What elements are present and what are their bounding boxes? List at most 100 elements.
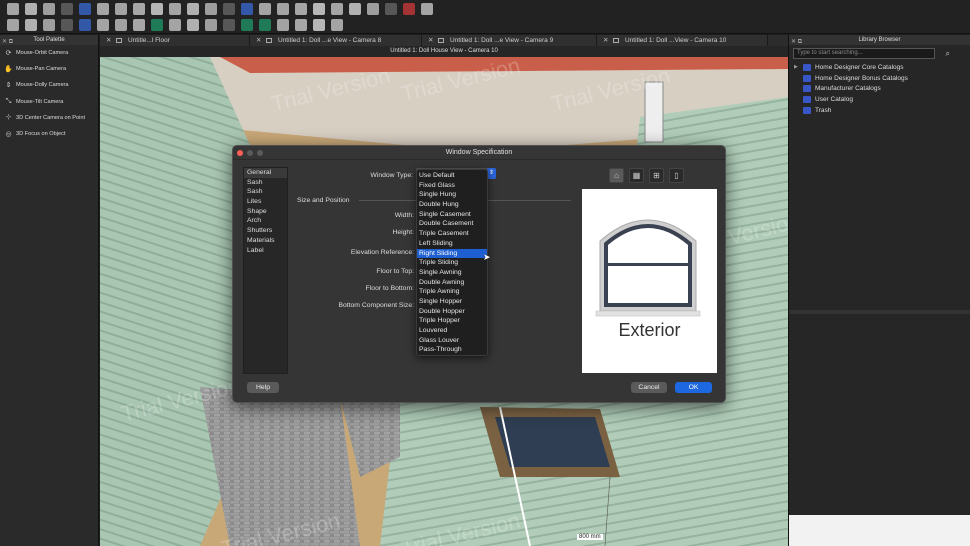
paint-icon[interactable] [295, 19, 307, 31]
search-icon[interactable]: ⌕ [946, 49, 950, 58]
library-close-icon[interactable]: ✕ ⧉ [791, 37, 802, 47]
cabinet-icon[interactable] [151, 19, 163, 31]
window-type-option[interactable]: Double Awning [417, 278, 487, 288]
pencil-icon[interactable] [385, 2, 397, 15]
window-type-dropdown[interactable]: Use Default Fixed Glass Single Hung Double … [416, 169, 488, 356]
close-tab-icon[interactable]: ✕ [603, 35, 608, 46]
plan-view-icon[interactable]: ▦ [629, 168, 644, 183]
select-arrow-icon[interactable] [7, 19, 19, 31]
library-item[interactable]: ▶ Home Designer Core Catalogs [789, 62, 970, 73]
text-icon[interactable] [367, 2, 379, 15]
ok-button[interactable]: OK [675, 382, 712, 393]
window-type-option[interactable]: Right Sliding [417, 248, 487, 259]
panel-splitter[interactable] [789, 310, 970, 314]
category-item[interactable]: Arch [244, 216, 287, 226]
stairs-icon[interactable] [313, 2, 325, 15]
door-icon[interactable] [241, 19, 253, 31]
select-icon[interactable] [241, 2, 253, 15]
plan-view-icon[interactable] [43, 19, 55, 31]
window-type-option[interactable]: Single Casement [417, 210, 487, 220]
wall-icon[interactable] [79, 19, 91, 31]
cancel-button[interactable]: Cancel [631, 382, 667, 393]
category-item[interactable]: General [244, 168, 287, 178]
palette-item[interactable]: ⤡ Mouse-Tilt Camera [0, 94, 98, 110]
elevation-icon[interactable] [61, 19, 73, 31]
layers-icon[interactable] [97, 19, 109, 31]
window-type-option[interactable]: Use Default [417, 171, 487, 181]
window-type-option[interactable]: Triple Awning [417, 287, 487, 297]
category-item[interactable]: Label [244, 246, 287, 256]
library-item[interactable]: User Catalog [789, 94, 970, 105]
fit-icon[interactable] [169, 2, 181, 15]
dimension-icon[interactable] [277, 2, 289, 15]
roof-icon[interactable] [331, 2, 343, 15]
fill-window-icon[interactable] [187, 2, 199, 15]
category-item[interactable]: Shape [244, 207, 287, 217]
window-type-option[interactable]: Double Hung [417, 200, 487, 210]
category-item[interactable]: Lites [244, 197, 287, 207]
library-item[interactable]: Manufacturer Catalogs [789, 84, 970, 95]
brush-icon[interactable] [313, 19, 325, 31]
ruler-icon[interactable] [421, 2, 433, 15]
redo-icon[interactable] [97, 2, 109, 15]
tab-view[interactable]: ✕ Untitled 1: Doll ...e View - Camera 8 [250, 35, 422, 46]
rotate-icon[interactable] [277, 19, 289, 31]
print-icon[interactable] [61, 2, 73, 15]
render-icon[interactable] [205, 2, 217, 15]
color-icon[interactable] [205, 19, 217, 31]
delete-icon[interactable] [403, 2, 415, 15]
section-icon[interactable] [133, 19, 145, 31]
window-type-option[interactable]: Pass-Through [417, 345, 487, 355]
zoom-out-icon[interactable] [151, 2, 163, 15]
window-type-option[interactable]: Left Sliding [417, 239, 487, 249]
arrow-up-icon[interactable] [259, 2, 271, 15]
close-icon[interactable] [237, 150, 243, 156]
zoom-in-icon[interactable] [133, 2, 145, 15]
window-type-option[interactable]: Double Hopper [417, 307, 487, 317]
palette-item[interactable]: ◎ 3D Focus on Object [0, 126, 98, 142]
camera-icon[interactable] [115, 2, 127, 15]
material-icon[interactable] [187, 19, 199, 31]
category-item[interactable]: Sash [244, 187, 287, 197]
glasses-icon[interactable] [223, 19, 235, 31]
zoom-icon[interactable] [257, 150, 263, 156]
target-icon[interactable] [331, 19, 343, 31]
camera-view-icon[interactable] [115, 19, 127, 31]
category-item[interactable]: Materials [244, 236, 287, 246]
open-icon[interactable] [25, 2, 37, 15]
tab-view[interactable]: ✕ Untitled 1: Doll ...View - Camera 10 [597, 35, 768, 46]
palette-item[interactable]: ⊹ 3D Center Camera on Point [0, 110, 98, 126]
edit-icon[interactable] [25, 19, 37, 31]
library-item[interactable]: Trash [789, 105, 970, 116]
tab-view[interactable]: ✕ Untitle...l Floor [100, 35, 250, 46]
close-tab-icon[interactable]: ✕ [428, 35, 433, 46]
exterior-view-icon[interactable]: ⌂ [609, 168, 624, 183]
window-type-option[interactable]: Double Casement [417, 219, 487, 229]
window-type-option[interactable]: Single Hopper [417, 297, 487, 307]
terrain-icon[interactable] [169, 19, 181, 31]
category-item[interactable]: Shutters [244, 226, 287, 236]
chevron-updown-icon[interactable]: ⇕ [487, 168, 496, 179]
undo-icon[interactable] [79, 2, 91, 15]
window-type-option[interactable]: Triple Casement [417, 229, 487, 239]
library-search-input[interactable]: Type to start searching... ⌕ [793, 48, 950, 59]
house-icon[interactable] [349, 2, 361, 15]
palette-item[interactable]: ⇕ Mouse-Dolly Camera [0, 77, 98, 93]
palette-close-icon[interactable]: ✕ ⧉ [2, 37, 13, 47]
window-type-option[interactable]: Louvered [417, 326, 487, 336]
layer-icon[interactable] [223, 2, 235, 15]
window-type-option[interactable]: Glass Louver [417, 336, 487, 346]
help-button[interactable]: Help [247, 382, 279, 393]
palette-item[interactable]: ⟳ Mouse-Orbit Camera [0, 45, 98, 61]
window-type-option[interactable]: Fixed Glass [417, 181, 487, 191]
window-type-option[interactable]: Single Awning [417, 268, 487, 278]
interior-view-icon[interactable]: ⊞ [649, 168, 664, 183]
minimize-icon[interactable] [247, 150, 253, 156]
window-type-option[interactable]: Single Hung [417, 190, 487, 200]
disclosure-triangle-icon[interactable]: ▶ [794, 64, 803, 70]
tab-view[interactable]: ✕ Untitled 1: Doll ...e View - Camera 9 [422, 35, 597, 46]
library-item[interactable]: Home Designer Bonus Catalogs [789, 73, 970, 84]
side-view-icon[interactable]: ▯ [669, 168, 684, 183]
window-type-option[interactable]: Triple Hopper [417, 316, 487, 326]
window-tool-icon[interactable] [295, 2, 307, 15]
